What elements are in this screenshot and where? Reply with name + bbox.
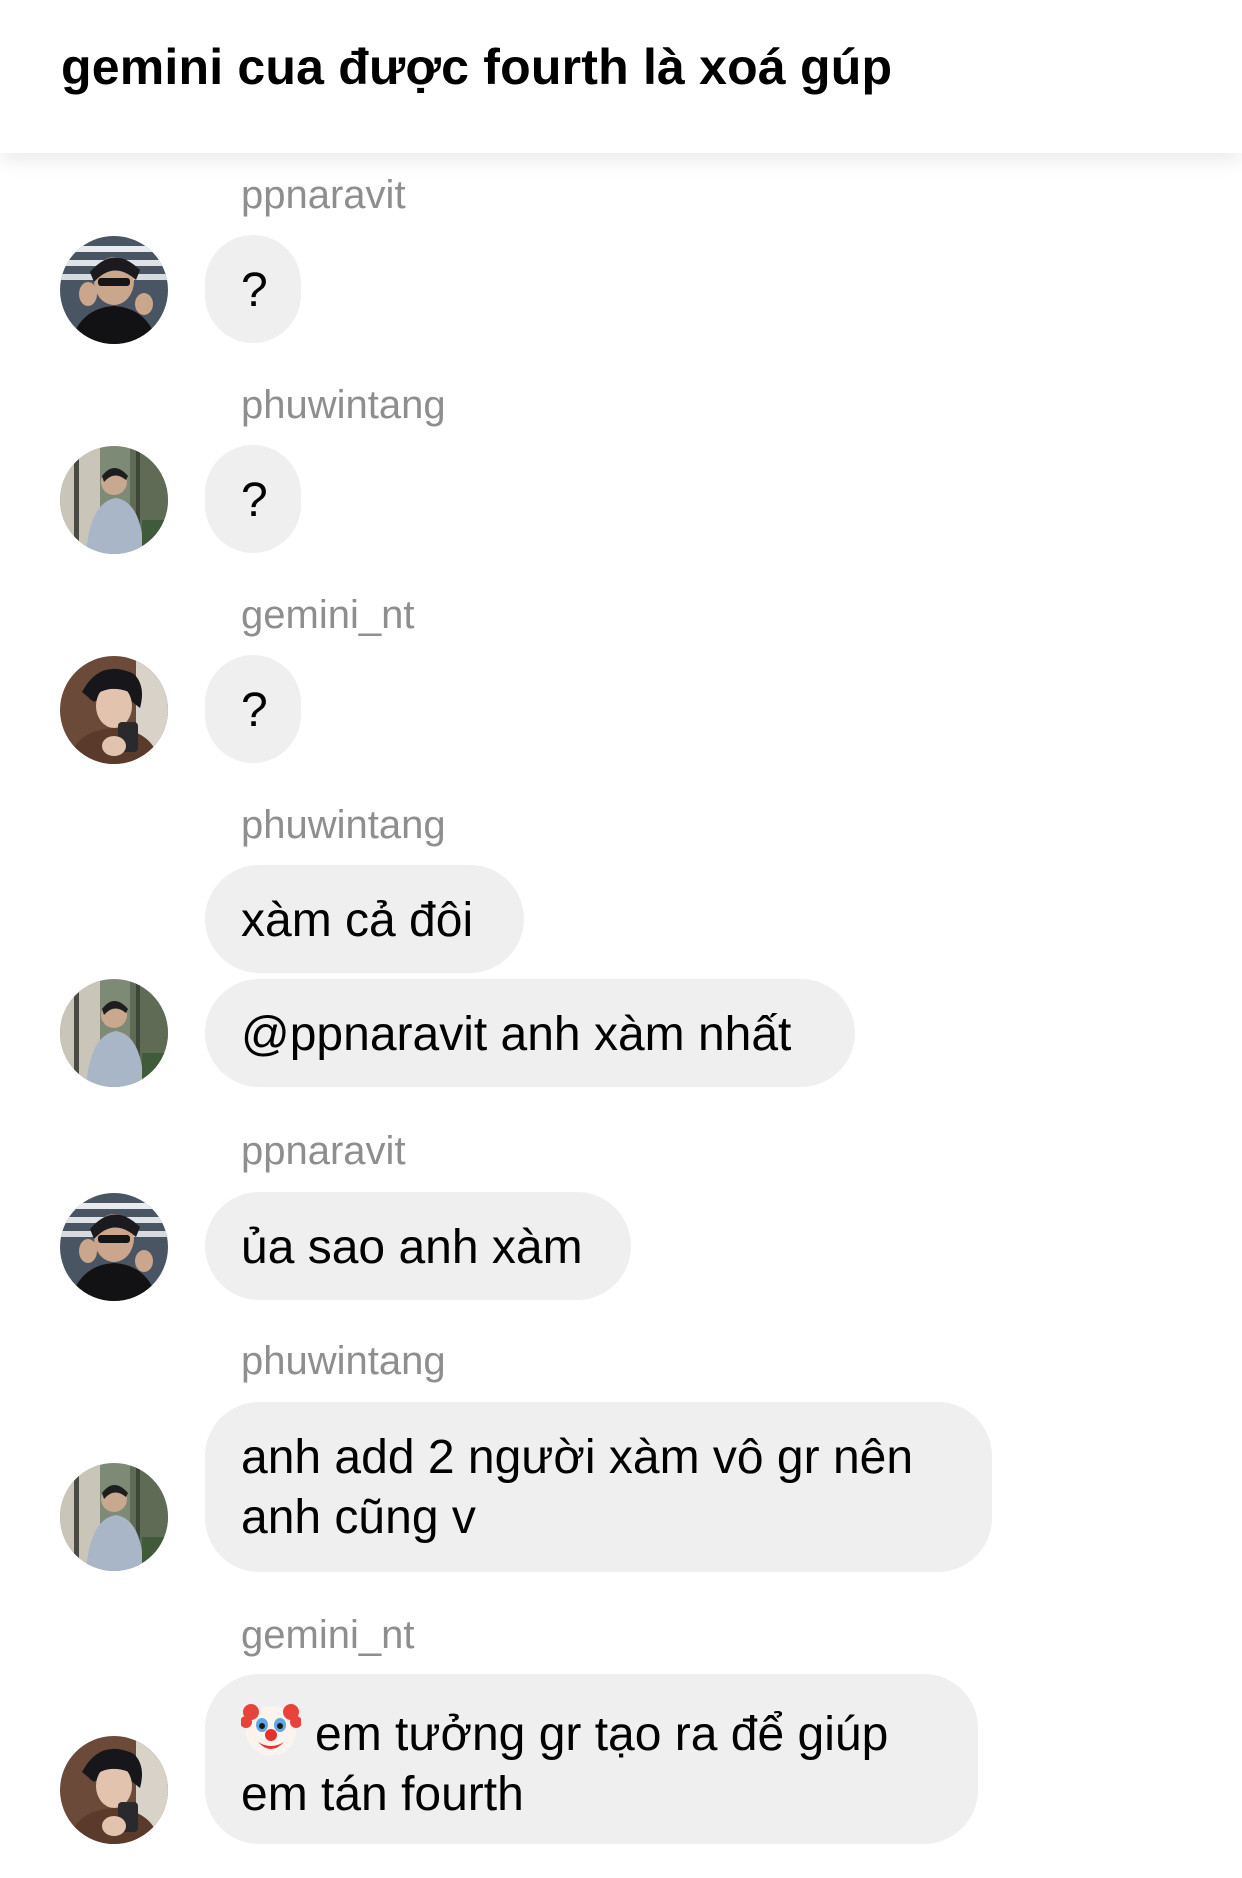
sender-username[interactable]: phuwintang [241,383,446,428]
message-bubble[interactable]: ? [205,445,301,553]
message-bubble[interactable]: xàm cả đôi [205,865,524,973]
sender-username[interactable]: ppnaravit [241,173,406,218]
message-text: ? [241,474,268,527]
message-bubble[interactable]: ủa sao anh xàm [205,1192,631,1300]
message-bubble[interactable]: ? [205,655,301,763]
sender-username[interactable]: phuwintang [241,803,446,848]
message-bubble[interactable]: anh add 2 người xàm vô gr nên anh cũng v [205,1402,992,1572]
message-text: xàm cả đôi [241,894,474,947]
message-bubble[interactable]: em tưởng gr tạo ra để giúp em tán fourth [205,1674,978,1844]
avatar-phuwintang[interactable] [60,1463,168,1571]
clown-face-emoji-icon [240,1700,302,1760]
message-bubble[interactable]: ? [205,235,301,343]
avatar-gemini_nt[interactable] [60,1736,168,1844]
avatar-phuwintang[interactable] [60,979,168,1087]
sender-username[interactable]: ppnaravit [241,1129,406,1174]
chat-title[interactable]: gemini cua được fourth là xoá gúp [61,38,892,96]
message-bubble[interactable]: @ppnaravit anh xàm nhất [205,979,855,1087]
message-thread[interactable]: ppnaravit ? phuwintang ? gemini_nt ? phu… [0,153,1242,1878]
sender-username[interactable]: phuwintang [241,1339,446,1384]
message-text: ? [241,684,268,737]
message-text: ủa sao anh xàm [241,1221,583,1274]
sender-username[interactable]: gemini_nt [241,593,414,638]
message-text: @ppnaravit anh xàm nhất [241,1008,792,1061]
message-text: ? [241,264,268,317]
sender-username[interactable]: gemini_nt [241,1613,414,1658]
avatar-ppnaravit[interactable] [60,1193,168,1301]
message-text: anh add 2 người xàm vô gr nên anh cũng v [241,1431,914,1544]
chat-header: gemini cua được fourth là xoá gúp [0,0,1242,153]
avatar-phuwintang[interactable] [60,446,168,554]
message-text: em tưởng gr tạo ra để giúp em tán fourth [241,1708,889,1821]
avatar-gemini_nt[interactable] [60,656,168,764]
avatar-ppnaravit[interactable] [60,236,168,344]
